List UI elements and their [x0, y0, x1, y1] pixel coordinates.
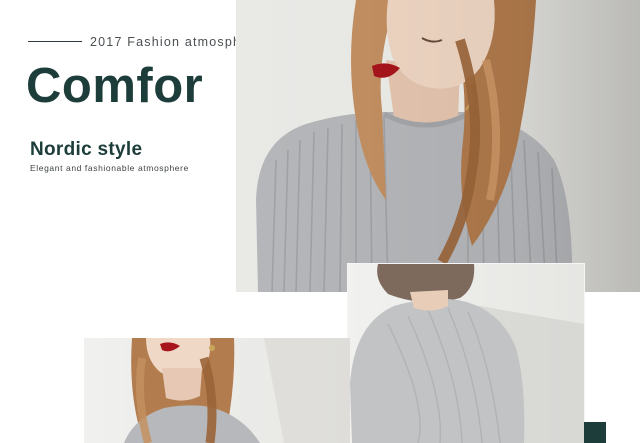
main-photo: [236, 0, 640, 292]
back-photo: [348, 264, 584, 443]
subheading: Nordic style: [30, 139, 143, 160]
small-photo: [84, 338, 350, 443]
corner-accent-square: [584, 422, 606, 443]
decorative-rule: [28, 41, 82, 42]
headline: Comfor: [26, 59, 204, 113]
description: Elegant and fashionable atmosphere: [30, 163, 189, 173]
